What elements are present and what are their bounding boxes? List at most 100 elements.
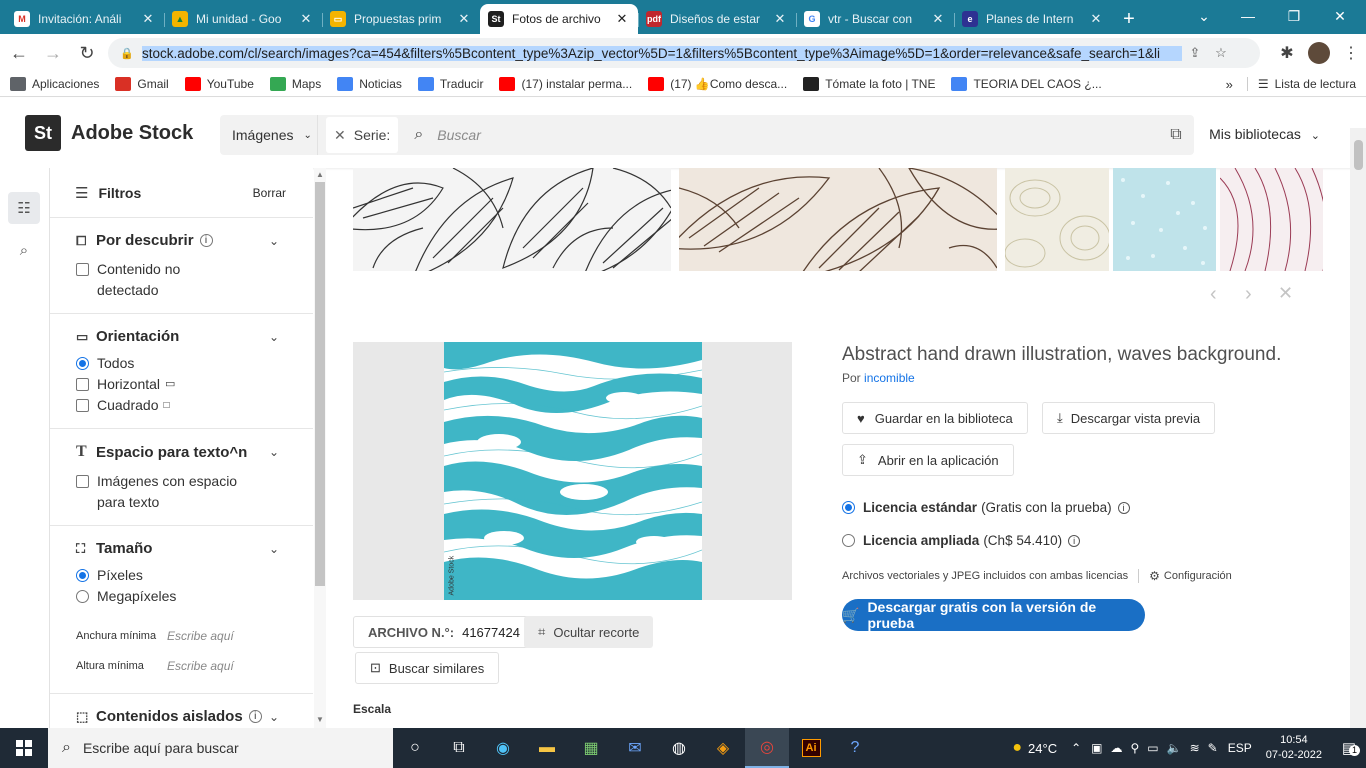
scroll-up-icon[interactable]: ▲ [314,170,326,179]
thumbnail-5[interactable] [1220,168,1323,271]
device-icon[interactable]: ▣ [1091,741,1102,755]
option-megapixels[interactable]: Megapíxeles [76,586,313,607]
bookmark-9[interactable]: Tómate la foto | TNE [803,77,935,91]
edge-icon[interactable]: ◉ [481,728,525,768]
adobe-stock-logo[interactable]: St Adobe Stock [25,115,193,151]
save-to-library-button[interactable]: ♥ Guardar en la biblioteca [842,402,1028,434]
help-icon[interactable]: ? [833,728,877,768]
scroll-down-icon[interactable]: ▼ [314,715,326,724]
pen-icon[interactable]: ✎ [1208,741,1218,755]
language-indicator[interactable]: ESP [1228,741,1252,755]
thumbnail-4[interactable] [1113,168,1216,271]
radio-selected[interactable] [76,569,89,582]
bookmark-2[interactable]: Gmail [115,77,169,91]
bookmark-7[interactable]: (17) instalar perma... [499,77,632,91]
reading-list-button[interactable]: ☰ Lista de lectura [1246,77,1356,91]
illustrator-icon[interactable]: Ai [789,728,833,768]
notifications-icon[interactable]: ▤1 [1332,739,1366,757]
tab-search-icon[interactable]: ⌄ [1182,0,1226,32]
thumbnail-1[interactable] [353,168,671,271]
new-tab-button[interactable]: + [1112,4,1146,34]
close-tab-icon[interactable]: ✕ [614,11,630,27]
page-scrollbar[interactable] [1350,128,1366,728]
close-tab-icon[interactable]: ✕ [298,11,314,27]
checkbox[interactable] [76,263,89,276]
page-scrollbar-thumb[interactable] [1354,140,1363,170]
display-icon[interactable]: ▭ [1147,741,1158,755]
close-tab-icon[interactable]: ✕ [456,11,472,27]
radio-selected[interactable] [76,357,89,370]
remove-chip-icon[interactable]: ✕ [334,127,346,144]
option-copyspace[interactable]: Imágenes con espacio para texto [76,471,313,513]
asset-preview[interactable]: Adobe Stock [353,342,792,600]
open-in-app-button[interactable]: ⇪ Abrir en la aplicación [842,444,1014,476]
checkbox[interactable] [76,475,89,488]
chevron-down-icon[interactable]: ⌄ [269,330,279,344]
usb-icon[interactable]: ⚲ [1130,741,1139,755]
find-similar-button[interactable]: ⊡ Buscar similares [355,652,500,684]
close-tab-icon[interactable]: ✕ [772,11,788,27]
tab-2[interactable]: ▲ Mi unidad - Goo ✕ [164,4,322,34]
option-pixels[interactable]: Píxeles [76,565,313,586]
chrome-icon[interactable]: ◎ [745,728,789,768]
forward-button[interactable]: → [38,38,68,68]
volume-icon[interactable]: 🔈 [1167,741,1182,755]
series-chip[interactable]: ✕ Serie: [326,117,399,153]
search-input[interactable]: Buscar [437,127,1158,143]
thumbnail-2[interactable] [679,168,997,271]
checkbox[interactable] [76,399,89,412]
wifi-icon[interactable]: ≋ [1190,741,1200,755]
share-icon[interactable]: ⇪ [1182,45,1208,61]
info-icon[interactable]: i [248,710,262,723]
clock[interactable]: 10:54 07-02-2022 [1266,733,1322,763]
bookmark-1[interactable]: Aplicaciones [10,77,99,91]
mail-icon[interactable]: ✉ [613,728,657,768]
info-icon[interactable]: i [1068,534,1081,547]
checkbox[interactable] [76,378,89,391]
more-bookmarks-icon[interactable]: » [1226,77,1233,92]
bookmark-5[interactable]: Noticias [337,77,402,91]
task-view-icon[interactable]: ⧉ [437,728,481,768]
chevron-down-icon[interactable]: ⌄ [269,710,279,724]
free-trial-download-button[interactable]: 🛒 Descargar gratis con la versión de pru… [842,599,1145,631]
menu-icon[interactable]: ⋮ [1336,38,1366,68]
tab-6[interactable]: Gvtr - Buscar con ✕ [796,4,954,34]
weather-icon[interactable]: ● [1012,739,1022,757]
info-icon[interactable]: i [1117,501,1130,514]
reload-button[interactable]: ↻ [72,38,102,68]
github-icon[interactable]: ◍ [657,728,701,768]
author-link[interactable]: incomible [864,371,915,385]
minimize-button[interactable]: — [1226,0,1270,32]
close-window-button[interactable]: ✕ [1318,0,1362,32]
tab-1[interactable]: M Invitación: Análi ✕ [6,4,164,34]
clear-filters-button[interactable]: Borrar [253,186,286,200]
download-preview-button[interactable]: ⤓ Descargar vista previa [1042,402,1216,434]
bookmark-6[interactable]: Traducir [417,77,483,91]
bookmark-star-icon[interactable]: ☆ [1208,45,1234,61]
filters-scrollbar[interactable]: ▲ ▼ [314,168,326,728]
filters-scrollbar-thumb[interactable] [315,182,325,586]
next-arrow-icon[interactable]: › [1245,283,1252,306]
close-tab-icon[interactable]: ✕ [930,11,946,27]
url-text[interactable]: stock.adobe.com/cl/search/images?ca=454&… [142,45,1182,61]
extended-license-option[interactable]: Licencia ampliada (Ch$ 54.410) i [842,533,1081,548]
my-libraries-button[interactable]: Mis bibliotecas ⌄ [1209,126,1320,142]
tab-3[interactable]: ▭ Propuestas prim ✕ [322,4,480,34]
taskbar-search[interactable]: ⌕ Escribe aquí para buscar [48,728,393,768]
bookmark-10[interactable]: TEORIA DEL CAOS ¿... [951,77,1102,91]
address-bar[interactable]: 🔒 stock.adobe.com/cl/search/images?ca=45… [108,38,1260,68]
visual-search-icon[interactable]: ⧉ [1158,126,1194,144]
bookmark-4[interactable]: Maps [269,77,321,91]
cortana-icon[interactable]: ○ [393,728,437,768]
option-square[interactable]: Cuadrado □ [76,395,313,416]
windows-start-button[interactable] [0,728,48,768]
chevron-down-icon[interactable]: ⌄ [269,445,279,459]
option-all[interactable]: Todos [76,353,313,374]
chevron-down-icon[interactable]: ⌄ [269,542,279,556]
configuration-link[interactable]: Configuración [1164,570,1232,582]
avast-icon[interactable]: ◈ [701,728,745,768]
filters-toggle-icon[interactable]: ☷ [8,192,40,224]
store-icon[interactable]: ▦ [569,728,613,768]
close-tab-icon[interactable]: ✕ [140,11,156,27]
option-horizontal[interactable]: Horizontal ▭ [76,374,313,395]
